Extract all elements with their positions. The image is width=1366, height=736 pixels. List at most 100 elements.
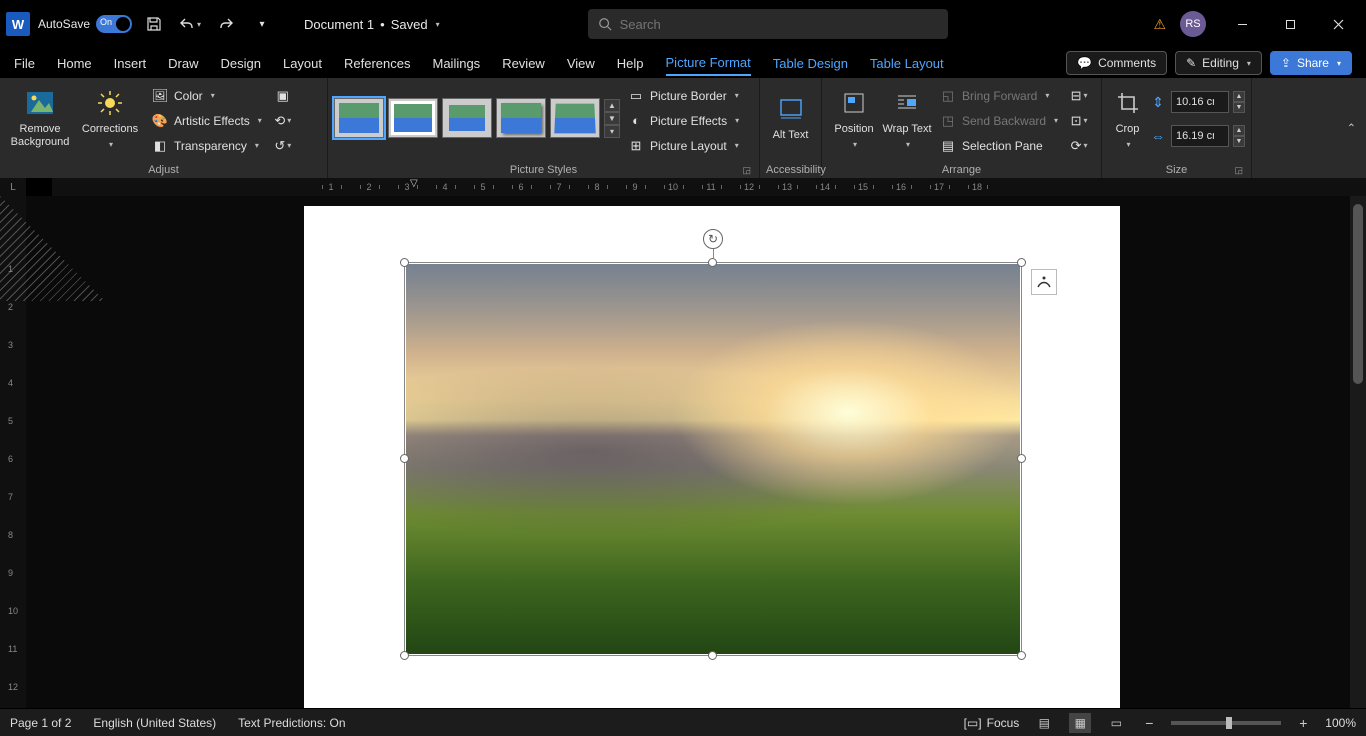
vertical-ruler[interactable]: 123 456 789 101112 xyxy=(0,196,26,708)
vertical-scrollbar[interactable] xyxy=(1350,196,1366,708)
tab-mailings[interactable]: Mailings xyxy=(433,52,481,75)
width-down[interactable]: ▼ xyxy=(1233,136,1245,147)
group-label-adjust: Adjust xyxy=(6,162,321,178)
editing-mode-button[interactable]: ✎Editing▾ xyxy=(1175,51,1262,75)
picture-layout-button[interactable]: ⊞Picture Layout▾ xyxy=(622,134,745,157)
collapse-ribbon-button[interactable]: ⌃ xyxy=(1347,122,1356,135)
group-icon: ⊡ xyxy=(1071,113,1082,129)
size-launcher[interactable]: ◲ xyxy=(1234,165,1243,176)
change-picture-button[interactable]: ⟲▾ xyxy=(270,109,296,132)
close-button[interactable] xyxy=(1316,9,1360,39)
align-button[interactable]: ⊟▾ xyxy=(1066,84,1092,107)
comments-button[interactable]: 💬Comments xyxy=(1066,51,1167,75)
text-predictions-indicator[interactable]: Text Predictions: On xyxy=(238,716,345,730)
picture-border-button[interactable]: ▭Picture Border▾ xyxy=(622,84,745,107)
tab-home[interactable]: Home xyxy=(57,52,92,75)
position-icon xyxy=(838,87,870,119)
save-button[interactable] xyxy=(140,10,168,38)
group-button[interactable]: ⊡▾ xyxy=(1066,109,1092,132)
width-icon: ⇔ xyxy=(1149,127,1167,145)
search-input[interactable] xyxy=(620,17,938,32)
color-button[interactable]: 🖼Color▾ xyxy=(146,84,268,107)
wrap-icon xyxy=(891,87,923,119)
height-field[interactable]: ⇕ ▲▼ xyxy=(1149,88,1245,116)
tab-table-layout[interactable]: Table Layout xyxy=(870,52,944,75)
zoom-slider-thumb[interactable] xyxy=(1226,717,1232,729)
print-layout-button[interactable]: ▦ xyxy=(1069,713,1091,733)
tab-references[interactable]: References xyxy=(344,52,410,75)
style-thumb-1[interactable] xyxy=(334,98,384,138)
gallery-more[interactable]: ▾ xyxy=(604,125,620,138)
search-box[interactable] xyxy=(588,9,948,39)
transparency-button[interactable]: ◧Transparency▾ xyxy=(146,134,268,157)
user-avatar[interactable]: RS xyxy=(1180,11,1206,37)
style-thumb-5[interactable] xyxy=(550,98,600,138)
tab-layout[interactable]: Layout xyxy=(283,52,322,75)
width-up[interactable]: ▲ xyxy=(1233,125,1245,136)
document-title[interactable]: Document 1 • Saved ▾ xyxy=(304,17,440,32)
tab-design[interactable]: Design xyxy=(221,52,261,75)
height-down[interactable]: ▼ xyxy=(1233,102,1245,113)
styles-launcher[interactable]: ◲ xyxy=(742,165,751,176)
bring-forward-button[interactable]: ◱Bring Forward▾ xyxy=(934,84,1064,107)
maximize-button[interactable] xyxy=(1268,9,1312,39)
rotate-handle[interactable] xyxy=(703,229,723,249)
picture-styles-gallery[interactable]: ▲ ▼ ▾ xyxy=(334,82,620,154)
reset-picture-button[interactable]: ↺▾ xyxy=(270,134,296,157)
autosave-toggle[interactable]: AutoSave On xyxy=(38,15,132,33)
artistic-effects-button[interactable]: 🎨Artistic Effects▾ xyxy=(146,109,268,132)
wrap-text-button[interactable]: Wrap Text▾ xyxy=(882,82,932,154)
tab-view[interactable]: View xyxy=(567,52,595,75)
send-backward-button[interactable]: ◳Send Backward▾ xyxy=(934,109,1064,132)
style-thumb-2[interactable] xyxy=(388,98,438,138)
tab-review[interactable]: Review xyxy=(502,52,545,75)
rotate-button[interactable]: ⟳▾ xyxy=(1066,134,1092,157)
tab-draw[interactable]: Draw xyxy=(168,52,198,75)
zoom-slider[interactable] xyxy=(1171,721,1281,725)
focus-mode-button[interactable]: [▭]Focus xyxy=(964,716,1020,730)
read-mode-button[interactable]: ▤ xyxy=(1033,713,1055,733)
warning-icon[interactable]: ⚠ xyxy=(1153,16,1166,33)
language-indicator[interactable]: English (United States) xyxy=(93,716,216,730)
minimize-button[interactable] xyxy=(1220,9,1264,39)
tab-file[interactable]: File xyxy=(14,52,35,75)
alt-text-button[interactable]: Alt Text xyxy=(766,82,815,154)
corrections-button[interactable]: Corrections▾ xyxy=(76,82,144,154)
zoom-in-button[interactable]: + xyxy=(1295,715,1311,731)
search-icon xyxy=(598,17,612,31)
undo-button[interactable]: ▾ xyxy=(176,10,204,38)
selection-pane-button[interactable]: ▤Selection Pane xyxy=(934,134,1064,157)
ribbon: Remove Background Corrections▾ 🖼Color▾ 🎨… xyxy=(0,78,1366,178)
remove-background-button[interactable]: Remove Background xyxy=(6,82,74,154)
scrollbar-thumb[interactable] xyxy=(1353,204,1363,384)
layout-options-button[interactable] xyxy=(1031,269,1057,295)
horizontal-ruler[interactable]: ▽ 1234 5678 9101112 13141516 1718 xyxy=(52,178,1366,196)
layout-icon: ⊞ xyxy=(628,138,644,154)
tab-table-design[interactable]: Table Design xyxy=(773,52,848,75)
gallery-scroll-down[interactable]: ▼ xyxy=(604,112,620,125)
zoom-out-button[interactable]: − xyxy=(1141,715,1157,731)
redo-button[interactable] xyxy=(212,10,240,38)
height-up[interactable]: ▲ xyxy=(1233,91,1245,102)
toggle-switch-icon[interactable]: On xyxy=(96,15,132,33)
width-input[interactable] xyxy=(1171,125,1229,147)
inserted-picture[interactable] xyxy=(406,264,1020,654)
customize-qat-button[interactable]: ▾ xyxy=(248,10,276,38)
tab-picture-format[interactable]: Picture Format xyxy=(666,51,751,76)
share-button[interactable]: ⇪Share▾ xyxy=(1270,51,1352,75)
width-field[interactable]: ⇔ ▲▼ xyxy=(1149,122,1245,150)
picture-effects-button[interactable]: ◐Picture Effects▾ xyxy=(622,109,745,132)
style-thumb-4[interactable] xyxy=(496,98,546,138)
page-indicator[interactable]: Page 1 of 2 xyxy=(10,716,71,730)
document-page[interactable] xyxy=(304,206,1120,708)
style-thumb-3[interactable] xyxy=(442,98,492,138)
height-input[interactable] xyxy=(1171,91,1229,113)
compress-pictures-button[interactable]: ▣ xyxy=(270,84,296,107)
zoom-level[interactable]: 100% xyxy=(1325,716,1356,730)
gallery-scroll-up[interactable]: ▲ xyxy=(604,99,620,112)
web-layout-button[interactable]: ▭ xyxy=(1105,713,1127,733)
tab-help[interactable]: Help xyxy=(617,52,644,75)
position-button[interactable]: Position▾ xyxy=(828,82,880,154)
tab-insert[interactable]: Insert xyxy=(114,52,147,75)
crop-button[interactable]: Crop▾ xyxy=(1108,82,1147,154)
